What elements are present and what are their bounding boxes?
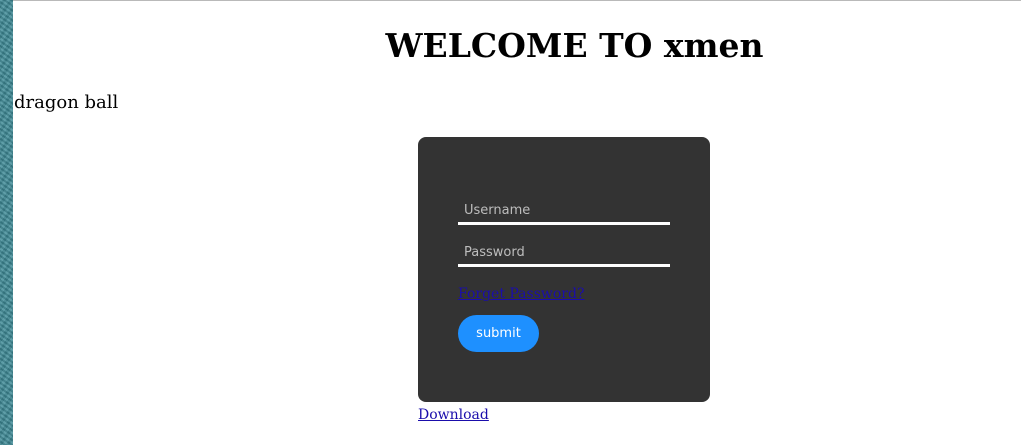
page-title: WELCOME TO xmen	[385, 26, 764, 65]
download-link[interactable]: Download	[418, 407, 489, 423]
username-input[interactable]	[458, 199, 670, 225]
forgot-password-link[interactable]: Forget Password?	[458, 286, 584, 302]
submit-button[interactable]: submit	[458, 315, 539, 352]
page-subtitle: dragon ball	[14, 92, 119, 113]
top-divider	[13, 0, 1021, 1]
login-card: Forget Password? submit	[418, 137, 710, 402]
side-texture-strip	[0, 0, 13, 445]
password-input[interactable]	[458, 241, 670, 267]
